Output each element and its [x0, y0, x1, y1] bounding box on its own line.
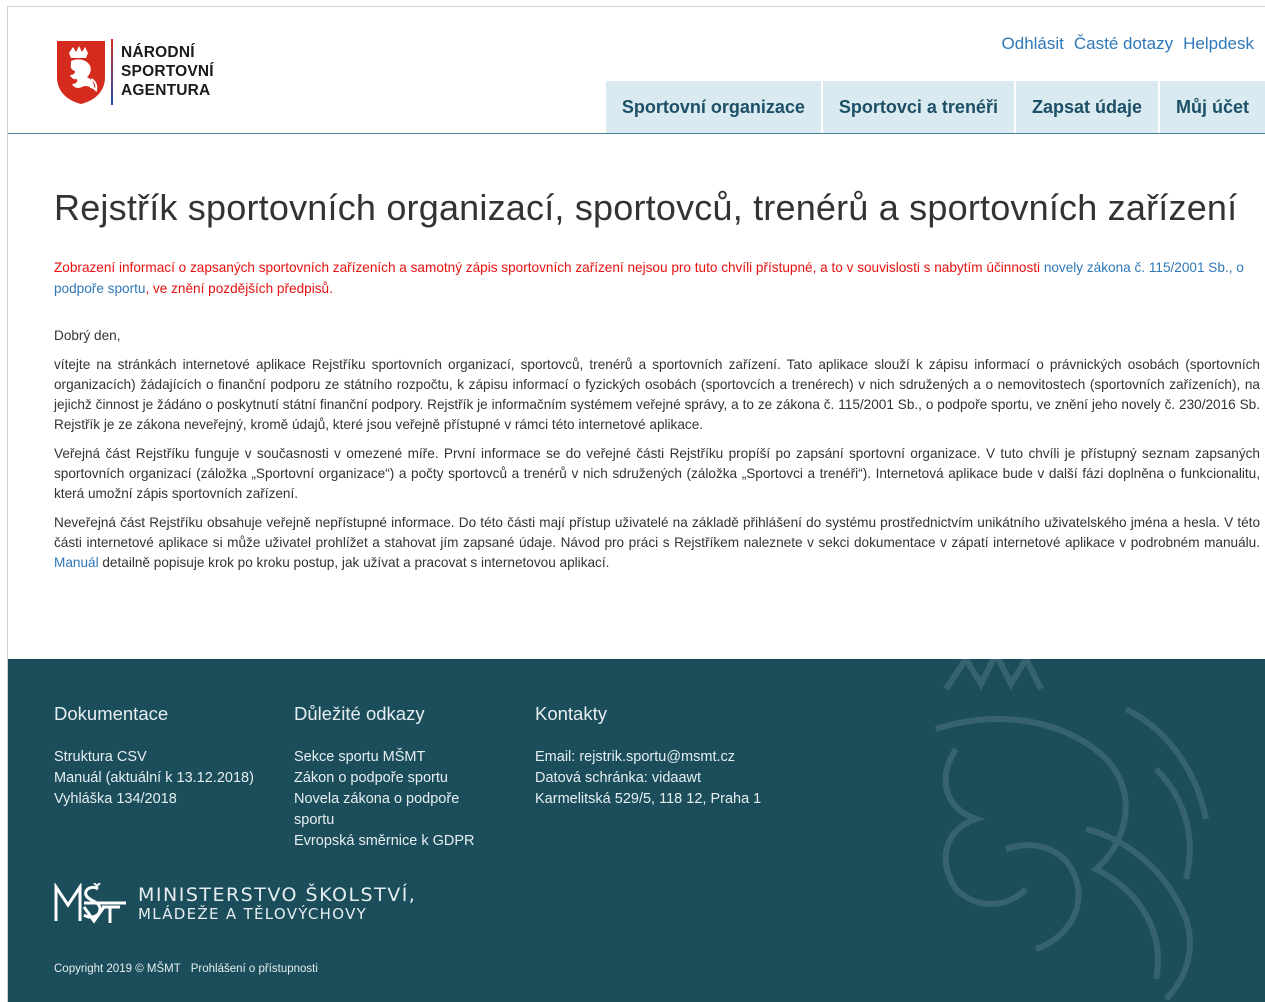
site-footer: Dokumentace Struktura CSV Manuál (aktuál… — [8, 659, 1265, 1002]
main-nav: Sportovní organizace Sportovci a trenéři… — [605, 81, 1265, 133]
footer-link-gdpr[interactable]: Evropská směrnice k GDPR — [294, 831, 494, 852]
private-part-paragraph: Neveřejná část Rejstříku obsahuje veřejn… — [54, 513, 1260, 573]
notice-text: Zobrazení informací o zapsaných sportovn… — [54, 257, 1260, 299]
logo-line-2: SPORTOVNÍ — [121, 63, 214, 80]
accessibility-statement-link[interactable]: Prohlášení o přístupnosti — [191, 963, 318, 975]
msmt-logo-icon — [54, 883, 126, 924]
private-part-before: Neveřejná část Rejstříku obsahuje veřejn… — [54, 515, 1260, 550]
logo-divider — [111, 39, 113, 105]
notice-text-after: , ve znění pozdějších předpisů. — [145, 281, 333, 296]
greeting: Dobrý den, — [54, 328, 121, 343]
tab-sports-organizations[interactable]: Sportovní organizace — [605, 81, 821, 133]
footer-link-decree[interactable]: Vyhláška 134/2018 — [54, 789, 284, 810]
footer-documentation-title: Dokumentace — [54, 703, 169, 724]
public-part-paragraph: Veřejná část Rejstříku funguje v současn… — [54, 446, 1260, 501]
copyright-text: Copyright 2019 © MŠMT — [54, 963, 181, 975]
lion-watermark-icon — [935, 659, 1209, 1002]
logo-line-3: AGENTURA — [121, 82, 211, 99]
site-header: NÁRODNÍ SPORTOVNÍ AGENTURA Odhlásit Čast… — [8, 7, 1265, 134]
contact-data-box: Datová schránka: vidaawt — [535, 770, 702, 786]
helpdesk-link[interactable]: Helpdesk — [1183, 34, 1254, 54]
logo-text: NÁRODNÍ SPORTOVNÍ AGENTURA — [121, 43, 214, 100]
logo-line-1: NÁRODNÍ — [121, 44, 195, 61]
copyright-bar: Copyright 2019 © MŠMT Prohlášení o příst… — [54, 963, 318, 975]
msmt-logo[interactable]: MINISTERSTVO ŠKOLSTVÍ, MLÁDEŽE A TĚLOVÝC… — [54, 883, 416, 925]
main-content: Rejstřík sportovních organizací, sportov… — [54, 188, 1260, 573]
manual-link[interactable]: Manuál — [54, 555, 99, 570]
contact-address: Karmelitská 529/5, 118 12, Praha 1 — [535, 791, 762, 807]
faq-link[interactable]: Časté dotazy — [1074, 34, 1173, 54]
private-part-after: detailně popisuje krok po kroku postup, … — [98, 555, 610, 570]
page-frame: NÁRODNÍ SPORTOVNÍ AGENTURA Odhlásit Čast… — [7, 6, 1265, 1002]
footer-important-links: Důležité odkazy Sekce sportu MŠMT Zákon … — [294, 703, 494, 852]
czech-lion-emblem-icon — [57, 41, 105, 104]
footer-link-msmt-sport[interactable]: Sekce sportu MŠMT — [294, 747, 494, 768]
footer-important-links-title: Důležité odkazy — [294, 703, 425, 724]
contact-email: Email: rejstrik.sportu@msmt.cz — [535, 749, 736, 765]
page-title: Rejstřík sportovních organizací, sportov… — [54, 187, 1238, 228]
tab-my-account[interactable]: Můj účet — [1159, 81, 1265, 133]
logout-link[interactable]: Odhlásit — [1002, 34, 1064, 54]
top-links: Odhlásit Časté dotazy Helpdesk — [1002, 34, 1254, 54]
tab-enter-data[interactable]: Zapsat údaje — [1015, 81, 1158, 133]
footer-documentation: Dokumentace Struktura CSV Manuál (aktuál… — [54, 703, 284, 810]
tab-athletes-coaches[interactable]: Sportovci a trenéři — [822, 81, 1014, 133]
notice-text-before: Zobrazení informací o zapsaných sportovn… — [54, 260, 1044, 275]
footer-link-manual[interactable]: Manuál (aktuální k 13.12.2018) — [54, 768, 284, 789]
footer-contacts-title: Kontakty — [535, 703, 607, 724]
footer-link-csv-structure[interactable]: Struktura CSV — [54, 747, 284, 768]
footer-link-sport-law[interactable]: Zákon o podpoře sportu — [294, 768, 494, 789]
nsa-logo[interactable]: NÁRODNÍ SPORTOVNÍ AGENTURA — [55, 39, 214, 105]
footer-contacts: Kontakty Email: rejstrik.sportu@msmt.cz … — [535, 703, 835, 810]
msmt-line-2: MLÁDEŽE A TĚLOVÝCHOVY — [138, 905, 368, 923]
intro-paragraph: vítejte na stránkách internetové aplikac… — [54, 357, 1260, 432]
msmt-logo-text: MINISTERSTVO ŠKOLSTVÍ, MLÁDEŽE A TĚLOVÝC… — [138, 885, 416, 923]
footer-link-law-amendment[interactable]: Novela zákona o podpoře sportu — [294, 789, 494, 831]
msmt-line-1: MINISTERSTVO ŠKOLSTVÍ, — [138, 884, 417, 906]
